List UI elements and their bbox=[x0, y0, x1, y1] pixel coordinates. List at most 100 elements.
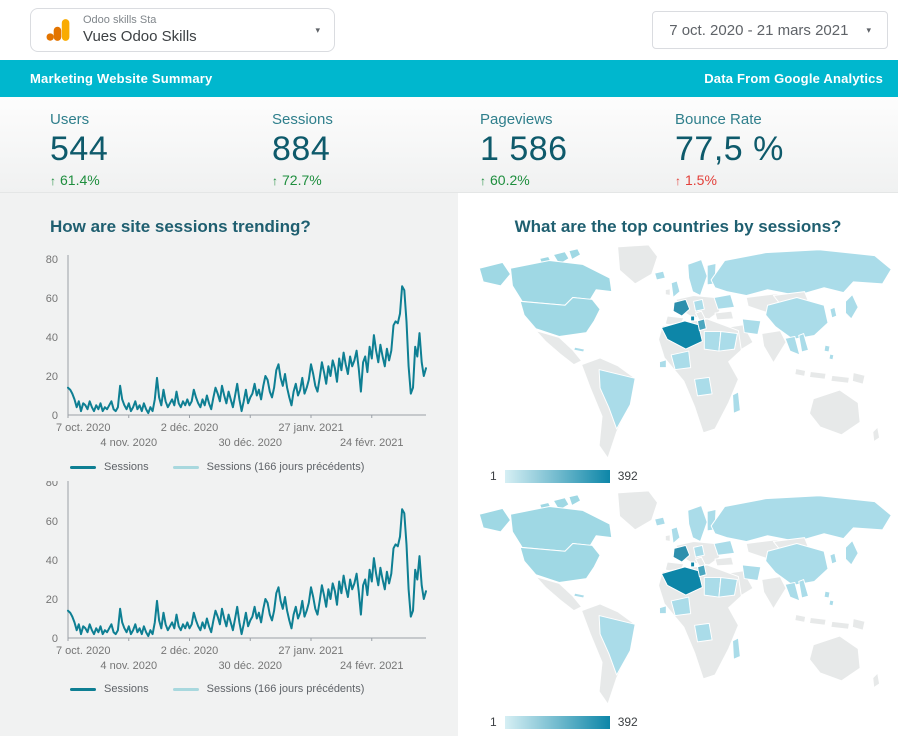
region-scandinavia bbox=[688, 506, 707, 542]
country-korea bbox=[830, 307, 837, 318]
world-map-2[interactable] bbox=[463, 487, 893, 711]
region-indonesia bbox=[809, 372, 826, 380]
google-analytics-logo bbox=[45, 17, 71, 43]
svg-text:0: 0 bbox=[52, 633, 58, 645]
scorecard-bounce-rate: Bounce Rate 77,5 % ↑1.5% bbox=[675, 111, 898, 192]
scorecard-label: Sessions bbox=[272, 111, 480, 128]
sessions-trend-chart-1[interactable]: 0204060807 oct. 20204 nov. 20202 déc. 20… bbox=[28, 247, 432, 457]
scorecard-users: Users 544 ↑61.4% bbox=[50, 111, 272, 192]
country-iceland bbox=[655, 517, 666, 526]
country-mali bbox=[671, 597, 690, 616]
svg-text:80: 80 bbox=[46, 481, 58, 489]
country-ireland bbox=[665, 289, 670, 296]
region-scandinavia bbox=[688, 260, 707, 296]
region-indonesia bbox=[831, 621, 850, 629]
line-chart[interactable]: 0204060807 oct. 20204 nov. 20202 déc. 20… bbox=[28, 481, 432, 679]
island-new-guinea bbox=[852, 618, 865, 630]
country-turkey bbox=[715, 557, 734, 566]
country-new-zealand bbox=[873, 673, 880, 688]
country-nigeria-cameroon bbox=[695, 377, 713, 396]
country-iceland bbox=[655, 271, 666, 280]
arctic-islands bbox=[569, 249, 581, 260]
legend-item-previous: Sessions (166 jours précédents) bbox=[173, 461, 365, 473]
svg-text:80: 80 bbox=[46, 254, 58, 266]
region-indonesia bbox=[809, 618, 826, 626]
country-ukraine bbox=[714, 295, 734, 310]
country-libya bbox=[704, 578, 721, 597]
scorecard-pageviews: Pageviews 1 586 ↑60.2% bbox=[480, 111, 675, 192]
scorecard-change: ↑61.4% bbox=[50, 172, 272, 188]
date-range-selector[interactable]: 7 oct. 2020 - 21 mars 2021 ▾ bbox=[652, 11, 888, 49]
scorecard-change: ↑72.7% bbox=[272, 172, 480, 188]
country-japan bbox=[846, 295, 859, 319]
country-india bbox=[762, 331, 786, 363]
series-swatch bbox=[173, 688, 199, 691]
country-new-zealand bbox=[873, 427, 880, 442]
svg-text:2 déc. 2020: 2 déc. 2020 bbox=[161, 422, 219, 434]
date-range-value: 7 oct. 2020 - 21 mars 2021 bbox=[669, 22, 848, 39]
svg-text:20: 20 bbox=[46, 594, 58, 606]
country-australia bbox=[809, 636, 860, 681]
country-germany bbox=[694, 545, 705, 557]
svg-text:30 déc. 2020: 30 déc. 2020 bbox=[218, 437, 282, 449]
sessions-trend-chart-2[interactable]: 0204060807 oct. 20204 nov. 20202 déc. 20… bbox=[28, 481, 432, 679]
series-swatch bbox=[70, 466, 96, 469]
trend-section-title: How are site sessions trending? bbox=[50, 217, 458, 237]
country-japan bbox=[846, 541, 859, 565]
svg-text:60: 60 bbox=[46, 293, 58, 305]
banner-source: Data From Google Analytics bbox=[704, 71, 883, 86]
country-tunisia bbox=[697, 565, 706, 577]
scorecard-change: ↑60.2% bbox=[480, 172, 675, 188]
country-alaska bbox=[479, 262, 510, 285]
banner-title: Marketing Website Summary bbox=[30, 71, 212, 86]
country-ukraine bbox=[714, 541, 734, 556]
region-indonesia bbox=[795, 615, 806, 623]
scorecard-row: Users 544 ↑61.4% Sessions 884 ↑72.7% Pag… bbox=[0, 97, 898, 193]
legend-max: 392 bbox=[618, 469, 638, 483]
world-map bbox=[463, 487, 893, 711]
chart-legend: Sessions Sessions (166 jours précédents) bbox=[70, 461, 458, 473]
svg-text:60: 60 bbox=[46, 516, 58, 528]
summary-banner: Marketing Website Summary Data From Goog… bbox=[0, 60, 898, 97]
country-russia bbox=[711, 496, 891, 542]
report-selector[interactable]: Odoo skills Sta Vues Odoo Skills ▾ bbox=[30, 8, 335, 52]
line-chart[interactable]: 0204060807 oct. 20204 nov. 20202 déc. 20… bbox=[28, 247, 432, 457]
country-ireland bbox=[665, 535, 670, 542]
country-philippines bbox=[829, 354, 834, 360]
country-cuba bbox=[574, 593, 585, 598]
country-madagascar bbox=[733, 638, 741, 659]
country-thailand bbox=[785, 582, 800, 601]
svg-text:24 févr. 2021: 24 févr. 2021 bbox=[340, 437, 404, 449]
scorecard-label: Users bbox=[50, 111, 272, 128]
country-cuba bbox=[574, 347, 585, 352]
country-alaska bbox=[479, 508, 510, 531]
country-india bbox=[762, 577, 786, 609]
world-map bbox=[463, 241, 893, 465]
country-libya bbox=[704, 332, 721, 351]
country-turkey bbox=[715, 311, 734, 320]
region-indonesia bbox=[795, 369, 806, 377]
country-egypt bbox=[719, 578, 738, 597]
up-arrow-icon: ↑ bbox=[480, 174, 486, 188]
geo-section: What are the top countries by sessions? bbox=[458, 193, 898, 736]
svg-text:27 janv. 2021: 27 janv. 2021 bbox=[278, 645, 343, 657]
scorecard-label: Bounce Rate bbox=[675, 111, 898, 128]
country-philippines bbox=[829, 600, 834, 606]
island-corsica bbox=[691, 316, 695, 321]
country-iran bbox=[742, 565, 761, 581]
svg-text:40: 40 bbox=[46, 332, 58, 344]
svg-text:7 oct. 2020: 7 oct. 2020 bbox=[56, 645, 110, 657]
legend-item-sessions: Sessions bbox=[70, 683, 149, 695]
svg-text:4 nov. 2020: 4 nov. 2020 bbox=[100, 437, 157, 449]
map-color-legend: 1 392 bbox=[490, 469, 898, 483]
svg-text:0: 0 bbox=[52, 410, 58, 422]
country-uk bbox=[671, 527, 680, 544]
scorecard-value: 77,5 % bbox=[675, 130, 898, 169]
svg-text:30 déc. 2020: 30 déc. 2020 bbox=[218, 660, 282, 672]
svg-text:24 févr. 2021: 24 févr. 2021 bbox=[340, 660, 404, 672]
country-korea bbox=[830, 553, 837, 564]
legend-max: 392 bbox=[618, 715, 638, 729]
world-map-1[interactable] bbox=[463, 241, 893, 465]
map-color-legend: 1 392 bbox=[490, 715, 898, 729]
chart-legend: Sessions Sessions (166 jours précédents) bbox=[70, 683, 458, 695]
